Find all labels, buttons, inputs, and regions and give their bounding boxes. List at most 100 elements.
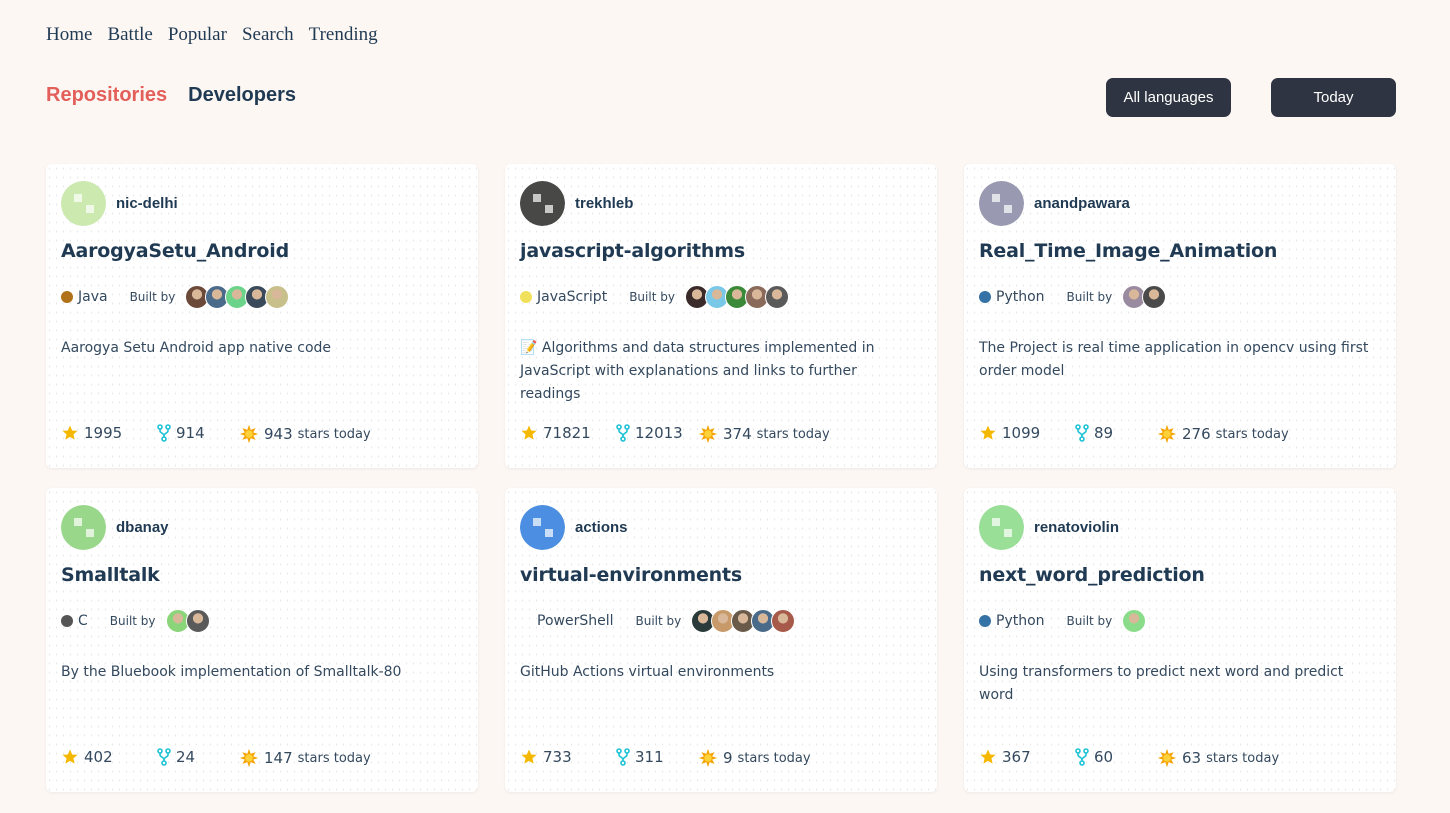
fork-icon — [157, 424, 171, 442]
nav-search[interactable]: Search — [242, 24, 294, 46]
repo-stats: 1995 914 943 stars today — [61, 424, 471, 446]
repo-description: The Project is real time application in … — [979, 340, 1369, 379]
star-icon — [521, 749, 537, 764]
fork-icon — [1075, 748, 1089, 766]
owner-name[interactable]: anandpawara — [1034, 195, 1130, 212]
language-color-dot — [61, 291, 73, 303]
sparkle-star-icon — [1157, 748, 1177, 768]
contributors-list — [165, 609, 210, 633]
stars-count: 71821 — [520, 424, 591, 442]
nav-battle[interactable]: Battle — [107, 24, 152, 46]
repo-name-link[interactable]: javascript-algorithms — [520, 240, 745, 262]
tab-repositories[interactable]: Repositories — [46, 84, 167, 107]
contributors-list — [684, 285, 789, 309]
language-name: C — [78, 613, 88, 629]
repo-description: By the Bluebook implementation of Smallt… — [61, 664, 402, 680]
owner-avatar[interactable] — [979, 181, 1024, 226]
forks-count: 24 — [157, 748, 195, 766]
contributor-avatar[interactable] — [771, 609, 796, 633]
fork-icon — [616, 424, 630, 442]
stars-today: 147 stars today — [239, 748, 371, 768]
owner-avatar[interactable] — [979, 505, 1024, 550]
language-color-dot — [520, 291, 532, 303]
built-by-label: Built by — [109, 614, 156, 628]
language-filter-button[interactable]: All languages — [1106, 78, 1231, 117]
forks-count: 12013 — [616, 424, 683, 442]
contributors-list — [185, 285, 290, 309]
period-filter-button[interactable]: Today — [1271, 78, 1396, 117]
repo-description: Aarogya Setu Android app native code — [61, 340, 332, 356]
fork-icon — [616, 748, 630, 766]
language-name: Python — [996, 289, 1045, 305]
repo-meta: Python Built by — [979, 609, 1147, 633]
repo-name-link[interactable]: next_word_prediction — [979, 564, 1205, 586]
repo-meta: JavaScript Built by — [520, 285, 789, 309]
trending-tabs: Repositories Developers — [46, 84, 296, 107]
nav-popular[interactable]: Popular — [168, 24, 227, 46]
forks-count: 311 — [616, 748, 664, 766]
stars-today: 943 stars today — [239, 424, 371, 444]
owner-name[interactable]: nic-delhi — [116, 195, 178, 212]
contributor-avatar[interactable] — [1142, 285, 1167, 309]
repo-meta: PowerShell Built by — [520, 609, 796, 633]
repo-name-link[interactable]: Real_Time_Image_Animation — [979, 240, 1277, 262]
tab-developers[interactable]: Developers — [188, 84, 296, 107]
repo-owner: trekhleb — [520, 181, 633, 226]
forks-count: 89 — [1075, 424, 1113, 442]
stars-count: 367 — [979, 748, 1031, 766]
sparkle-star-icon — [698, 424, 718, 444]
stars-count: 1099 — [979, 424, 1040, 442]
stars-count: 1995 — [61, 424, 122, 442]
repo-name-link[interactable]: Smalltalk — [61, 564, 160, 586]
language-name: Java — [78, 289, 108, 305]
language-color-dot — [61, 615, 73, 627]
language-color-dot — [979, 291, 991, 303]
repo-stats: 367 60 63 stars today — [979, 748, 1389, 770]
fork-icon — [157, 748, 171, 766]
owner-avatar[interactable] — [520, 505, 565, 550]
contributors-list — [1122, 285, 1167, 309]
owner-name[interactable]: dbanay — [116, 519, 169, 536]
repo-owner: actions — [520, 505, 628, 550]
built-by-label: Built by — [629, 290, 675, 304]
repo-card[interactable]: actions virtual-environments PowerShell … — [505, 488, 937, 792]
nav-home[interactable]: Home — [46, 24, 92, 46]
sparkle-star-icon — [1157, 424, 1177, 444]
repo-card[interactable]: trekhleb javascript-algorithms JavaScrip… — [505, 164, 937, 468]
repo-name-link[interactable]: AarogyaSetu_Android — [61, 240, 289, 262]
repo-card[interactable]: renatoviolin next_word_prediction Python… — [964, 488, 1396, 792]
language-name: JavaScript — [537, 289, 608, 305]
contributor-avatar[interactable] — [1122, 609, 1147, 633]
repo-card[interactable]: dbanay Smalltalk C Built by By the Blueb… — [46, 488, 478, 792]
stars-count: 733 — [520, 748, 572, 766]
owner-avatar[interactable] — [61, 181, 106, 226]
contributor-avatar[interactable] — [265, 285, 290, 309]
star-icon — [62, 749, 78, 764]
repo-description: Using transformers to predict next word … — [979, 664, 1344, 703]
fork-icon — [1075, 424, 1089, 442]
nav-trending[interactable]: Trending — [309, 24, 378, 46]
owner-name[interactable]: renatoviolin — [1034, 519, 1119, 536]
owner-name[interactable]: trekhleb — [575, 195, 633, 212]
star-icon — [521, 425, 537, 440]
owner-name[interactable]: actions — [575, 519, 628, 536]
stars-today: 9 stars today — [698, 748, 811, 768]
owner-avatar[interactable] — [61, 505, 106, 550]
repo-stats: 1099 89 276 stars today — [979, 424, 1389, 446]
repo-stats: 402 24 147 stars today — [61, 748, 471, 770]
repo-description: 📝 Algorithms and data structures impleme… — [520, 340, 875, 402]
contributors-list — [691, 609, 796, 633]
forks-count: 914 — [157, 424, 205, 442]
repo-owner: renatoviolin — [979, 505, 1119, 550]
contributor-avatar[interactable] — [185, 609, 210, 633]
contributors-list — [1122, 609, 1147, 633]
built-by-label: Built by — [1066, 290, 1113, 304]
contributor-avatar[interactable] — [764, 285, 789, 309]
built-by-label: Built by — [1066, 614, 1113, 628]
repo-name-link[interactable]: virtual-environments — [520, 564, 742, 586]
star-icon — [980, 425, 996, 440]
repo-owner: dbanay — [61, 505, 169, 550]
owner-avatar[interactable] — [520, 181, 565, 226]
repo-card[interactable]: nic-delhi AarogyaSetu_Android Java Built… — [46, 164, 478, 468]
repo-card[interactable]: anandpawara Real_Time_Image_Animation Py… — [964, 164, 1396, 468]
